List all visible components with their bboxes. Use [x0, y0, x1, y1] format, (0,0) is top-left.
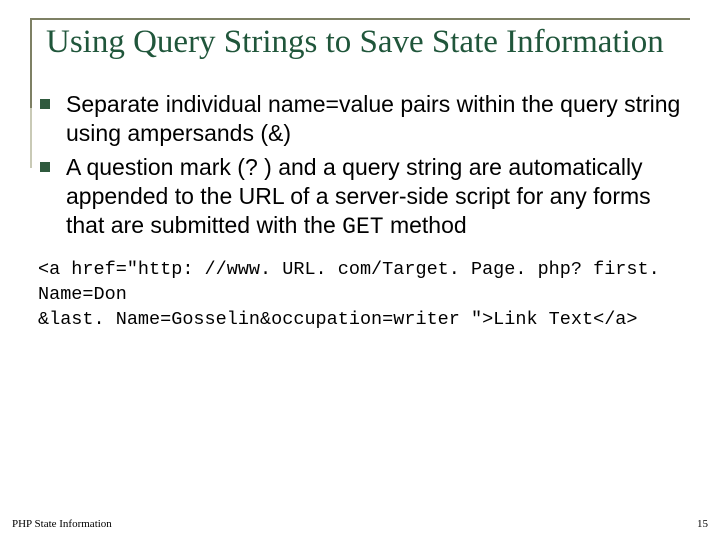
page-number: 15 — [697, 518, 708, 530]
bullet-item: A question mark (? ) and a query string … — [34, 153, 690, 241]
rule-top — [30, 18, 690, 20]
bullet-list: Separate individual name=value pairs wit… — [34, 90, 690, 242]
code-example: <a href="http: //www. URL. com/Target. P… — [38, 258, 690, 333]
footer-text: PHP State Information — [12, 518, 112, 530]
slide-footer: PHP State Information 15 — [12, 518, 708, 530]
rule-left — [30, 18, 32, 108]
slide: Using Query Strings to Save State Inform… — [0, 0, 720, 540]
bullet-item: Separate individual name=value pairs wit… — [34, 90, 690, 148]
title-region: Using Query Strings to Save State Inform… — [30, 18, 690, 72]
rule-left-fade — [30, 108, 32, 168]
slide-body: Separate individual name=value pairs wit… — [30, 90, 690, 333]
bullet-text: Separate individual name=value pairs wit… — [66, 91, 680, 146]
slide-title: Using Query Strings to Save State Inform… — [46, 24, 690, 62]
bullet-text-post: method — [384, 212, 467, 238]
bullet-text-code: GET — [342, 214, 383, 240]
